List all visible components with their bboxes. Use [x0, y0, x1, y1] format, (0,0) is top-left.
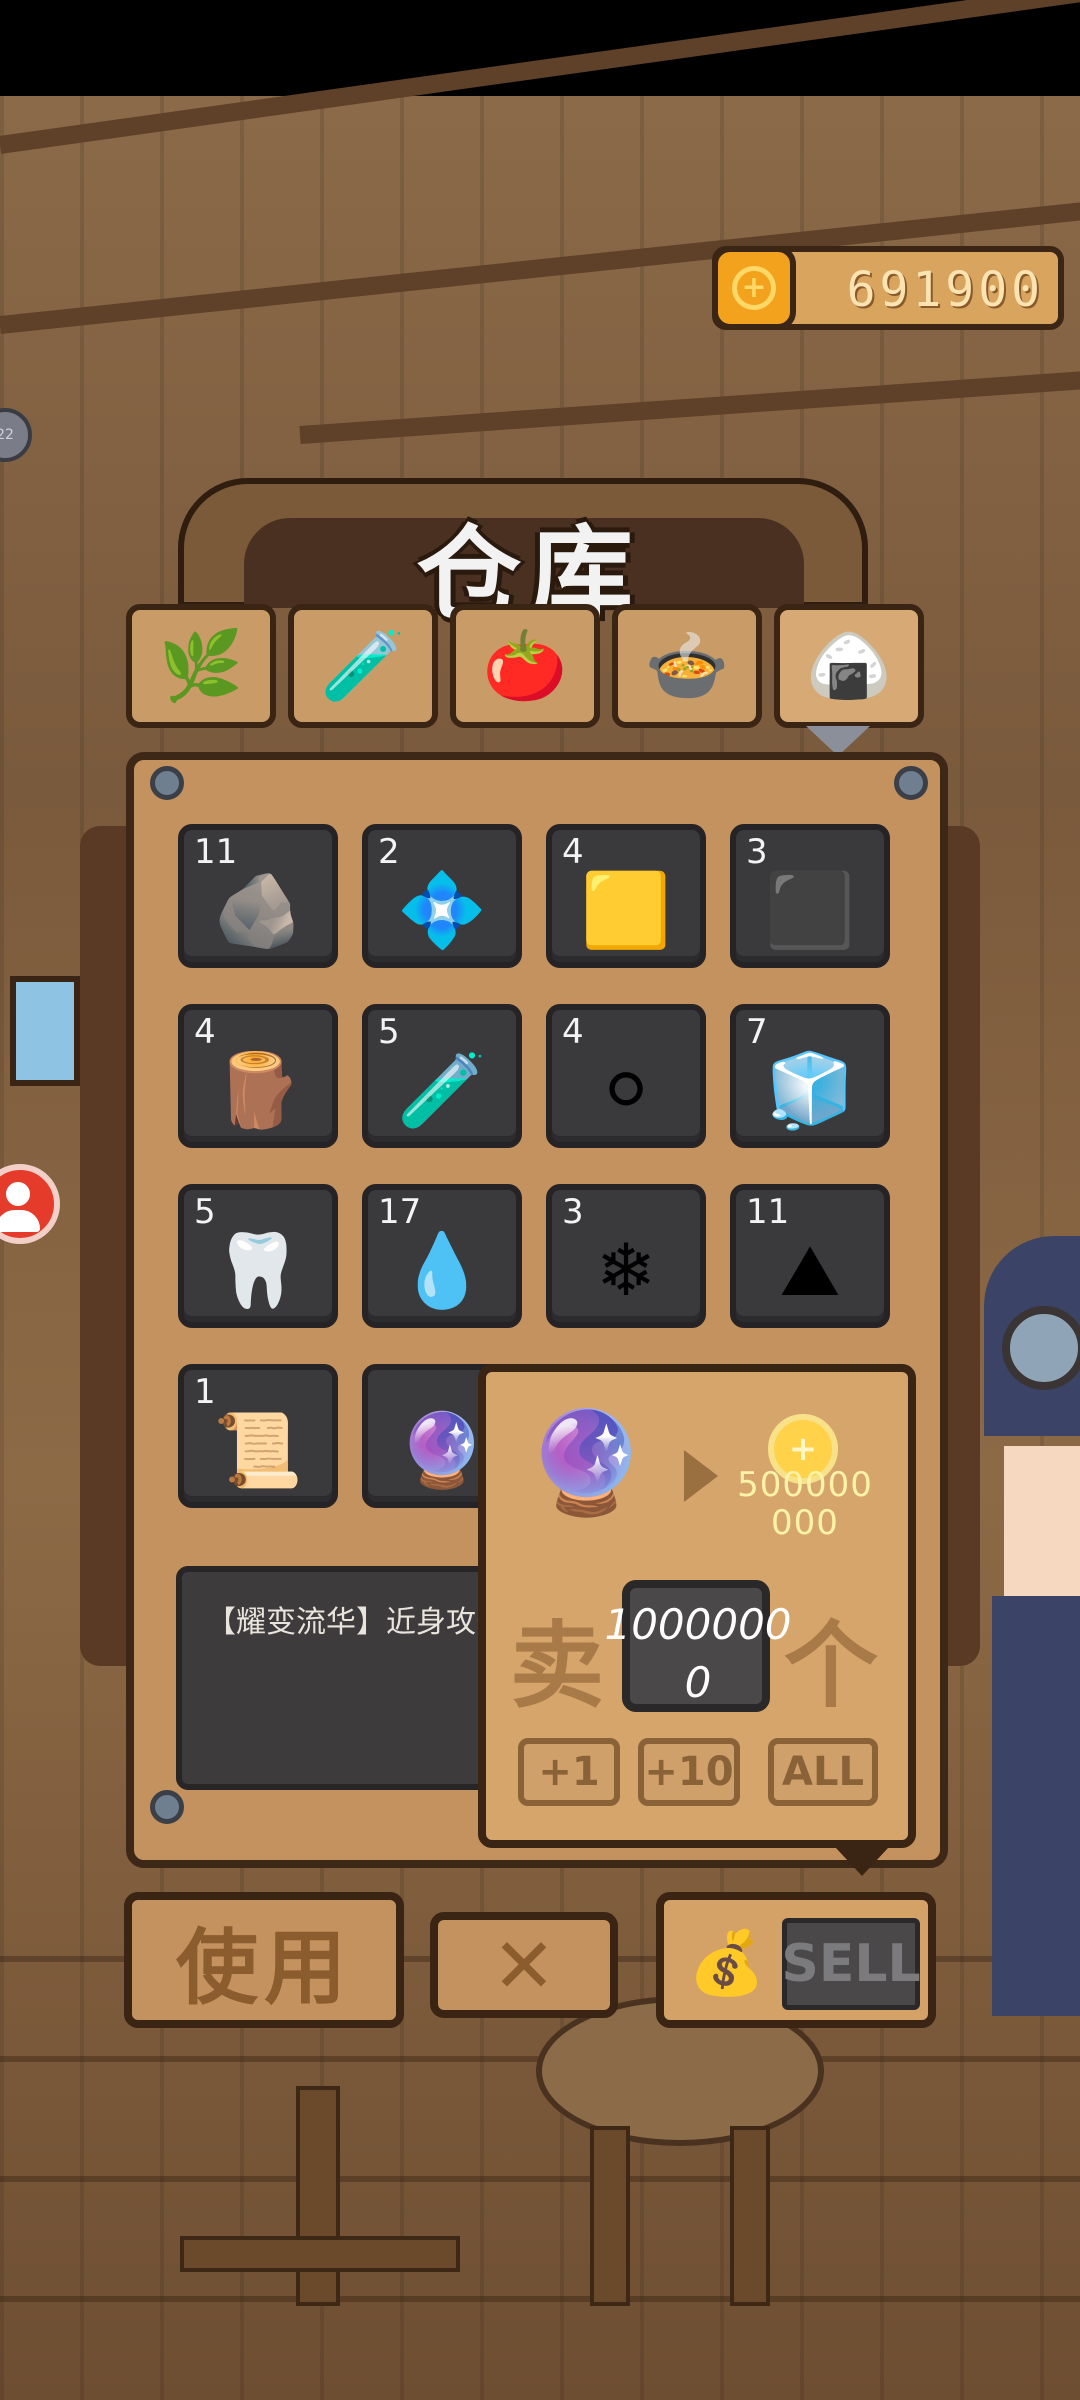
- magic-scroll-icon: 🔮: [524, 1404, 649, 1521]
- tab-dishes[interactable]: 🍲: [612, 604, 762, 728]
- plant-icon: 🌿: [158, 627, 244, 706]
- stone-icon: 🪨: [213, 868, 303, 952]
- inventory-slot[interactable]: 7 🧊: [730, 1004, 890, 1148]
- fang-icon: 🦷: [213, 1228, 303, 1312]
- coal-icon: ⬛: [765, 868, 855, 952]
- inventory-slot[interactable]: 5 🧪: [362, 1004, 522, 1148]
- tab-materials[interactable]: 🍙: [774, 604, 924, 728]
- tab-plants[interactable]: 🌿: [126, 604, 276, 728]
- inventory-slot[interactable]: 4 🪵: [178, 1004, 338, 1148]
- item-description: 【耀变流华】近身攻击消耗10魔力: [206, 1605, 506, 1640]
- materials-icon: 🍙: [806, 627, 892, 706]
- coin-counter: + 691900: [712, 246, 1064, 330]
- arrow-right-icon: [684, 1450, 718, 1502]
- sell-popup-tail: [836, 1848, 888, 1876]
- water-drop-icon: 💧: [397, 1228, 487, 1312]
- inventory-slot[interactable]: 1 📜: [178, 1364, 338, 1508]
- inventory-slot[interactable]: 11 ⛰: [730, 1184, 890, 1328]
- tab-tools[interactable]: 🧪: [288, 604, 438, 728]
- npc-character[interactable]: [948, 1236, 1080, 2056]
- produce-icon: 🍅: [482, 627, 568, 706]
- unit-label: 个: [784, 1612, 879, 1721]
- coin-amount: 691900: [846, 262, 1044, 318]
- money-bag-icon: 💰: [688, 1926, 766, 1999]
- sand-pile-icon: ⛰: [779, 1228, 841, 1312]
- sell-button-label: SELL: [781, 1918, 921, 2010]
- inventory-slot[interactable]: 4 🟨: [546, 824, 706, 968]
- rivet: [150, 1790, 184, 1824]
- ice-cube-icon: 🧊: [765, 1048, 855, 1132]
- coin-icon: +: [712, 246, 796, 330]
- wood-plank-icon: 🪵: [213, 1048, 303, 1132]
- crystal-icon: ❄: [595, 1228, 657, 1312]
- inventory-slot[interactable]: 17 💧: [362, 1184, 522, 1328]
- goggle-icon: [1002, 1306, 1080, 1390]
- title-plaque: 仓库: [178, 478, 868, 636]
- inventory-slot[interactable]: 2 💠: [362, 824, 522, 968]
- sell-label: 卖: [510, 1612, 605, 1721]
- tab-produce[interactable]: 🍅: [450, 604, 600, 728]
- use-button[interactable]: 使用: [124, 1892, 404, 2028]
- inventory-slot[interactable]: 3 ⬛: [730, 824, 890, 968]
- tool-icon: 🧪: [320, 627, 406, 706]
- pearl-icon: ⚪: [595, 1048, 657, 1132]
- scroll-icon: 📜: [213, 1408, 303, 1492]
- inventory-slot[interactable]: 3 ❄: [546, 1184, 706, 1328]
- item-description-box: 【耀变流华】近身攻击消耗10魔力: [176, 1566, 506, 1790]
- plus-ten-button[interactable]: +10: [638, 1738, 740, 1806]
- inventory-slot[interactable]: 5 🦷: [178, 1184, 338, 1328]
- gold-ore-icon: 🟨: [581, 868, 671, 952]
- rivet: [150, 766, 184, 800]
- plus-one-button[interactable]: +1: [518, 1738, 620, 1806]
- potion-icon: 🧪: [397, 1048, 487, 1132]
- dish-icon: 🍲: [644, 627, 730, 706]
- sell-price: 500000000: [737, 1465, 873, 1543]
- sell-button[interactable]: 💰 SELL: [656, 1892, 936, 2028]
- inventory-slot[interactable]: 11 🪨: [178, 824, 338, 968]
- blue-gem-icon: 💠: [397, 868, 487, 952]
- all-button[interactable]: ALL: [768, 1738, 878, 1806]
- quantity-value[interactable]: 10000000: [600, 1596, 796, 1712]
- rivet: [894, 766, 928, 800]
- inventory-slot[interactable]: 4 ⚪: [546, 1004, 706, 1148]
- close-button[interactable]: ✕: [430, 1912, 618, 2018]
